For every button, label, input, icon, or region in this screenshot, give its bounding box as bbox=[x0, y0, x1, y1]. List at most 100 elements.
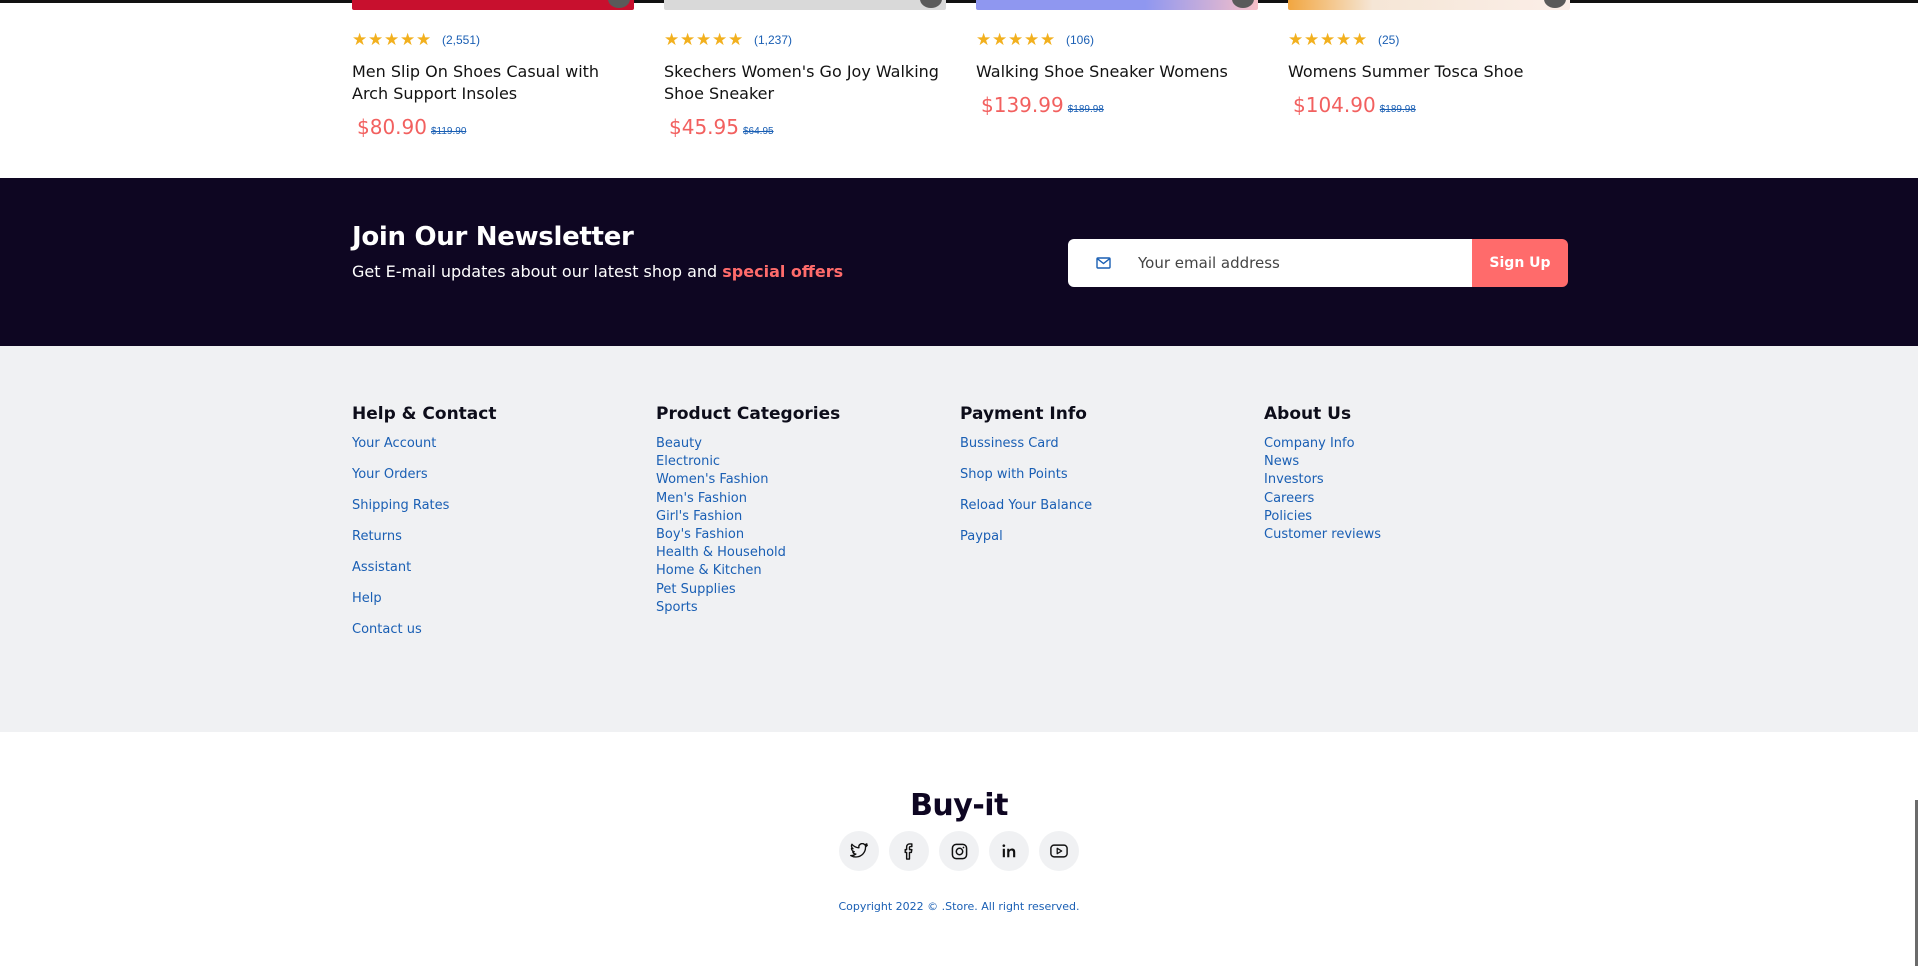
current-price: $104.90 bbox=[1293, 93, 1376, 117]
product-rating: ★ ★ ★ ★ ★ (106) bbox=[976, 31, 1258, 49]
rating-stars: ★ ★ ★ ★ ★ bbox=[976, 29, 1056, 50]
rating-count: (1,237) bbox=[754, 33, 793, 47]
footer-link[interactable]: Electronic bbox=[656, 454, 840, 469]
email-field[interactable] bbox=[1138, 254, 1468, 272]
footer-link[interactable]: Men's Fashion bbox=[656, 491, 840, 506]
footer-link[interactable]: Pet Supplies bbox=[656, 582, 840, 597]
current-price: $45.95 bbox=[669, 115, 739, 139]
about-us-column: About Us Company Info News Investors Car… bbox=[1264, 404, 1381, 545]
newsletter-subtitle: Get E-mail updates about our latest shop… bbox=[352, 262, 843, 281]
old-price: $119.90 bbox=[430, 126, 467, 137]
star-icon: ★ bbox=[1040, 29, 1056, 50]
newsletter-section: Join Our Newsletter Get E-mail updates a… bbox=[0, 178, 1918, 346]
linkedin-icon[interactable] bbox=[989, 831, 1029, 871]
star-icon: ★ bbox=[1352, 29, 1368, 50]
twitter-icon[interactable] bbox=[839, 831, 879, 871]
footer-link[interactable]: News bbox=[1264, 454, 1381, 469]
email-field-wrapper bbox=[1068, 239, 1472, 287]
footer-link[interactable]: Health & Household bbox=[656, 545, 840, 560]
star-icon: ★ bbox=[1320, 29, 1336, 50]
product-price: $80.90 $119.90 bbox=[352, 115, 634, 139]
product-card[interactable]: ★ ★ ★ ★ ★ (2,551) Men Slip On Shoes Casual w… bbox=[352, 0, 634, 139]
payment-info-column: Payment Info Bussiness Card Shop with Po… bbox=[960, 404, 1092, 560]
facebook-icon[interactable] bbox=[889, 831, 929, 871]
rating-count: (2,551) bbox=[442, 33, 481, 47]
star-icon: ★ bbox=[1008, 29, 1024, 50]
old-price: $189.98 bbox=[1379, 104, 1416, 115]
footer-link[interactable]: Bussiness Card bbox=[960, 436, 1092, 451]
youtube-icon[interactable] bbox=[1039, 831, 1079, 871]
rating-stars: ★ ★ ★ ★ ★ bbox=[664, 29, 744, 50]
product-name[interactable]: Walking Shoe Sneaker Womens bbox=[976, 61, 1258, 83]
current-price: $139.99 bbox=[981, 93, 1064, 117]
footer-link[interactable]: Returns bbox=[352, 529, 496, 544]
star-icon: ★ bbox=[680, 29, 696, 50]
footer-link[interactable]: Women's Fashion bbox=[656, 472, 840, 487]
footer-link[interactable]: Contact us bbox=[352, 622, 496, 637]
footer-link[interactable]: Shop with Points bbox=[960, 467, 1092, 482]
old-price: $189.98 bbox=[1067, 104, 1104, 115]
product-name[interactable]: Men Slip On Shoes Casual with Arch Suppo… bbox=[352, 61, 634, 105]
product-row: ★ ★ ★ ★ ★ (2,551) Men Slip On Shoes Casual w… bbox=[352, 0, 1570, 178]
rating-count: (106) bbox=[1066, 33, 1095, 47]
footer-link[interactable]: Company Info bbox=[1264, 436, 1381, 451]
product-categories-column: Product Categories Beauty Electronic Wom… bbox=[656, 404, 840, 618]
product-rating: ★ ★ ★ ★ ★ (1,237) bbox=[664, 31, 946, 49]
current-price: $80.90 bbox=[357, 115, 427, 139]
product-card[interactable]: ★ ★ ★ ★ ★ (1,237) Skechers Women's Go Joy Wa… bbox=[664, 0, 946, 139]
footer-link[interactable]: Customer reviews bbox=[1264, 527, 1381, 542]
product-price: $104.90 $189.98 bbox=[1288, 93, 1570, 117]
help-contact-column: Help & Contact Your Account Your Orders … bbox=[352, 404, 496, 653]
rating-stars: ★ ★ ★ ★ ★ bbox=[1288, 29, 1368, 50]
rating-count: (25) bbox=[1378, 33, 1400, 47]
star-icon: ★ bbox=[696, 29, 712, 50]
star-icon: ★ bbox=[384, 29, 400, 50]
footer-link[interactable]: Policies bbox=[1264, 509, 1381, 524]
footer-link[interactable]: Boy's Fashion bbox=[656, 527, 840, 542]
footer-link[interactable]: Shipping Rates bbox=[352, 498, 496, 513]
sign-up-button[interactable]: Sign Up bbox=[1472, 239, 1568, 287]
newsletter-title: Join Our Newsletter bbox=[352, 222, 634, 252]
product-name[interactable]: Womens Summer Tosca Shoe bbox=[1288, 61, 1570, 83]
footer-link[interactable]: Your Orders bbox=[352, 467, 496, 482]
instagram-icon[interactable] bbox=[939, 831, 979, 871]
brand-logo[interactable]: Buy-it bbox=[0, 788, 1918, 823]
footer-links: Help & Contact Your Account Your Orders … bbox=[0, 346, 1918, 732]
old-price: $64.95 bbox=[742, 126, 774, 137]
column-title: Payment Info bbox=[960, 404, 1087, 424]
footer-link[interactable]: Sports bbox=[656, 600, 840, 615]
star-icon: ★ bbox=[416, 29, 432, 50]
product-price: $139.99 $189.98 bbox=[976, 93, 1258, 117]
star-icon: ★ bbox=[1304, 29, 1320, 50]
footer-link[interactable]: Help bbox=[352, 591, 496, 606]
footer-link[interactable]: Paypal bbox=[960, 529, 1092, 544]
column-title: Help & Contact bbox=[352, 404, 497, 424]
mail-icon bbox=[1068, 257, 1138, 269]
footer-link[interactable]: Home & Kitchen bbox=[656, 563, 840, 578]
column-title: Product Categories bbox=[656, 404, 841, 424]
star-icon: ★ bbox=[992, 29, 1008, 50]
footer-link[interactable]: Beauty bbox=[656, 436, 840, 451]
product-card[interactable]: ★ ★ ★ ★ ★ (106) Walking Shoe Sneaker Womens … bbox=[976, 0, 1258, 117]
column-title: About Us bbox=[1264, 404, 1352, 424]
newsletter-form: Sign Up bbox=[1068, 239, 1568, 287]
product-rating: ★ ★ ★ ★ ★ (25) bbox=[1288, 31, 1570, 49]
footer-link[interactable]: Assistant bbox=[352, 560, 496, 575]
footer-link[interactable]: Girl's Fashion bbox=[656, 509, 840, 524]
copyright-text: Copyright 2022 © .Store. All right reser… bbox=[838, 900, 1080, 913]
footer-bottom: Buy-it Copyright 2022 © .Store. All righ… bbox=[0, 732, 1918, 966]
product-image[interactable] bbox=[1288, 0, 1570, 10]
product-image[interactable] bbox=[664, 0, 946, 10]
star-icon: ★ bbox=[664, 29, 680, 50]
footer-link[interactable]: Careers bbox=[1264, 491, 1381, 506]
product-image[interactable] bbox=[976, 0, 1258, 10]
social-links bbox=[839, 831, 1079, 871]
footer-link[interactable]: Investors bbox=[1264, 472, 1381, 487]
product-image[interactable] bbox=[352, 0, 634, 10]
product-name[interactable]: Skechers Women's Go Joy Walking Shoe Sne… bbox=[664, 61, 946, 105]
footer-link[interactable]: Your Account bbox=[352, 436, 496, 451]
star-icon: ★ bbox=[1288, 29, 1304, 50]
newsletter-subtitle-text: Get E-mail updates about our latest shop… bbox=[352, 262, 718, 281]
footer-link[interactable]: Reload Your Balance bbox=[960, 498, 1092, 513]
product-card[interactable]: ★ ★ ★ ★ ★ (25) Womens Summer Tosca Shoe $104… bbox=[1288, 0, 1570, 117]
